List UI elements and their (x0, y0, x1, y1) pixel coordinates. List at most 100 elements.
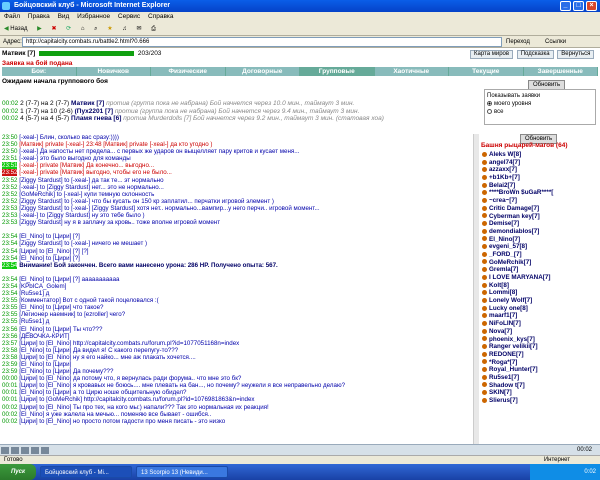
chat-time[interactable]: 23:51 (2, 155, 17, 162)
player-list-item[interactable]: El_Nino[7] (482, 236, 598, 244)
tab-finished[interactable]: Завершенные (524, 67, 598, 76)
player-list-item[interactable]: evgeni_57[8] (482, 243, 598, 251)
home-icon[interactable]: ⌂ (81, 22, 85, 36)
player-list-item[interactable]: Lonely Wolf[7] (482, 297, 598, 305)
chat-time[interactable]: 23:58 (2, 347, 17, 354)
chat-time[interactable]: 23:54 (2, 248, 17, 255)
chat-time[interactable]: 23:52 (2, 177, 17, 184)
player-list-item[interactable]: demondiablos[7] (482, 228, 598, 236)
close-button[interactable]: × (586, 1, 597, 11)
chat-time[interactable]: 23:55 (2, 304, 17, 311)
smile-icon[interactable] (11, 447, 19, 454)
player-list-item[interactable]: Kolt[8] (482, 282, 598, 290)
player-list-item[interactable]: Lommi[8] (482, 289, 598, 297)
chat-time[interactable]: 23:52 (2, 191, 17, 198)
stop-icon[interactable]: ✖ (51, 22, 56, 36)
chat-time[interactable]: 23:59 (2, 361, 17, 368)
chat-time[interactable]: 23:51 (2, 162, 18, 170)
forward-button[interactable]: ▶ (37, 22, 42, 36)
refresh-icon[interactable]: ⟳ (66, 22, 71, 36)
menu-view[interactable]: Вид (58, 13, 70, 20)
radio-my-level[interactable]: моего уровня (487, 100, 593, 108)
player-list-item[interactable]: NiFoLIN[7] (482, 320, 598, 328)
back-button[interactable]: ◀ Назад (4, 22, 28, 36)
player-list-item[interactable]: I LOVE MARYANA[7] (482, 274, 598, 282)
sound-icon[interactable] (41, 447, 49, 454)
player-list-item[interactable]: +b1Kb+[7] (482, 174, 598, 182)
player-list-item[interactable]: azzaxx[7] (482, 166, 598, 174)
links-button[interactable]: Ссылки (545, 36, 566, 48)
player-list-item[interactable]: REDONE[7] (482, 351, 598, 359)
chat-time[interactable]: 23:53 (2, 212, 17, 219)
go-button[interactable]: Переход (506, 36, 530, 48)
chat-time[interactable]: 23:54 (2, 261, 18, 269)
clear-icon[interactable] (31, 447, 39, 454)
chat-time[interactable]: 23:54 (2, 255, 17, 262)
chat-time[interactable]: 23:56 (2, 333, 17, 340)
chat-time[interactable]: 23:57 (2, 340, 17, 347)
player-list-item[interactable]: Shadow t[7] (482, 382, 598, 390)
tab-chaotic[interactable]: Хаотичные (375, 67, 449, 76)
chat-time[interactable]: 23:58 (2, 354, 17, 361)
search-icon[interactable]: ⌕ (94, 22, 97, 36)
chat-time[interactable]: 23:54 (2, 233, 17, 240)
player-list-item[interactable]: Gremla[7] (482, 266, 598, 274)
player-list-item[interactable]: Ru5se1[7] (482, 374, 598, 382)
media-icon[interactable]: ♫ (122, 22, 127, 36)
world-map-button[interactable]: Карта миров (470, 50, 514, 59)
chat-time[interactable]: 23:52 (2, 184, 17, 191)
player-list-item[interactable]: GoMeRchik[7] (482, 259, 598, 267)
player-list-item[interactable]: *Roga*[7] (482, 359, 598, 367)
chat-time[interactable]: 00:02 (2, 404, 17, 411)
menu-favorites[interactable]: Избранное (77, 13, 110, 20)
return-button[interactable]: Вернуться (557, 50, 595, 59)
player-list-item[interactable]: ~crea~[7] (482, 197, 598, 205)
chat-time[interactable]: 00:01 (2, 382, 17, 389)
minimize-button[interactable]: _ (560, 1, 571, 11)
player-list-item[interactable]: Royal_Hunter[7] (482, 366, 598, 374)
player-list-item[interactable]: ****BroWn $uGaR****[ (482, 189, 598, 197)
chat-time[interactable]: 23:53 (2, 205, 17, 212)
player-list-item[interactable]: Critic Damage[7] (482, 205, 598, 213)
chat-time[interactable]: 23:56 (2, 326, 17, 333)
group-request-row[interactable]: 00:02 1 (7-7) на 10 (2-6) (Пух2201 [7] п… (2, 108, 480, 116)
task-other[interactable]: 13 Scorpio 13 (Невиди... (136, 466, 228, 478)
chat-time[interactable]: 23:54 (2, 290, 17, 297)
player-list-item[interactable]: _FORD_[7] (482, 251, 598, 259)
print-icon[interactable]: ⎙ (151, 22, 156, 36)
chat-time[interactable]: 23:50 (2, 141, 17, 148)
player-list-item[interactable]: Belai2[7] (482, 182, 598, 190)
chat-time[interactable]: 23:54 (2, 240, 17, 247)
player-list-item[interactable]: SKIN[7] (482, 389, 598, 397)
tab-physical[interactable]: Физические (151, 67, 226, 76)
menu-tools[interactable]: Сервис (118, 13, 140, 20)
chat-time[interactable]: 00:02 (2, 418, 17, 425)
start-button[interactable]: Пуск (0, 464, 36, 480)
chat-time[interactable]: 00:00 (2, 375, 17, 382)
chat-time[interactable]: 00:01 (2, 389, 17, 396)
player-list-item[interactable]: Aleks W[8] (482, 151, 598, 159)
chat-time[interactable]: 23:53 (2, 219, 17, 226)
player-list-item[interactable]: Demise[7] (482, 220, 598, 228)
favorites-icon[interactable]: ★ (107, 22, 112, 36)
player-list-item[interactable]: Nova[7] (482, 328, 598, 336)
maximize-button[interactable]: □ (573, 1, 584, 11)
menu-edit[interactable]: Правка (28, 13, 50, 20)
player-list-item[interactable]: phoenix_kys[7] (482, 336, 598, 344)
player-list-item[interactable]: angel74[7] (482, 159, 598, 167)
radio-all[interactable]: все (487, 108, 593, 116)
chat-time[interactable]: 23:55 (2, 311, 17, 318)
mail-icon[interactable]: ✉ (136, 22, 141, 36)
menu-help[interactable]: Справка (148, 13, 174, 20)
address-input[interactable]: http://capitalcity.combats.ru/battle2.ht… (22, 37, 502, 47)
chat-icon[interactable] (1, 447, 9, 454)
chat-time[interactable]: 23:50 (2, 134, 17, 141)
chat-time[interactable]: 23:55 (2, 318, 17, 325)
task-ie[interactable]: Бойцовский клуб - Mi... (40, 466, 132, 478)
group-request-row[interactable]: 00:02 2 (7-7) на 2 (7-7) Матвик [7] прот… (2, 100, 480, 108)
group-request-row[interactable]: 00:02 4 (5-7) на 4 (5-7) Пламя гнева [6]… (2, 115, 480, 123)
player-list-item[interactable]: Ranger velikii[7] (482, 343, 598, 351)
player-list-item[interactable]: Slierus[7] (482, 397, 598, 405)
chat-time[interactable]: 23:55 (2, 297, 17, 304)
chat-time[interactable]: 23:59 (2, 368, 17, 375)
